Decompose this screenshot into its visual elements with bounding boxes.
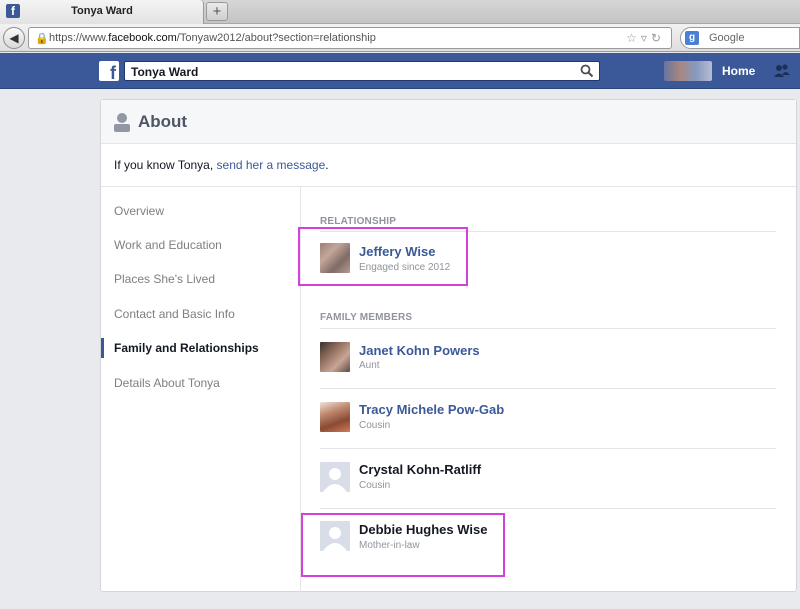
browser-nav-bar: ◀ 🔒 https://www.facebook.com/Tonyaw2012/…: [0, 24, 800, 52]
janet-kohn-powers-photo[interactable]: [320, 342, 350, 372]
family-heading: FAMILY MEMBERS: [320, 312, 413, 323]
lock-icon: 🔒: [35, 33, 49, 45]
home-link[interactable]: Home: [722, 64, 755, 78]
family-member-name[interactable]: Tracy Michele Pow-Gab: [359, 402, 504, 417]
tracy-michele-pow-gab-photo[interactable]: [320, 402, 350, 432]
back-arrow-icon: ◀: [9, 31, 19, 45]
back-button[interactable]: ◀: [3, 27, 25, 49]
highlight-box-mother-in-law: [301, 513, 505, 577]
page-title: About: [138, 112, 188, 131]
google-icon[interactable]: g: [685, 31, 699, 45]
default-avatar-icon[interactable]: [320, 462, 350, 492]
browser-tab-bar: f Tonya Ward +: [0, 0, 800, 24]
about-header: About: [101, 100, 796, 144]
search-engine-label: Google: [709, 32, 745, 44]
friends-icon[interactable]: [773, 62, 791, 80]
facebook-header: f Tonya Ward Home: [0, 53, 800, 89]
sidebar-item-overview[interactable]: Overview: [114, 204, 164, 218]
bookmark-star-icon[interactable]: ☆: [626, 31, 641, 45]
new-tab-button[interactable]: +: [206, 2, 228, 21]
facebook-search-input[interactable]: Tonya Ward: [124, 61, 600, 81]
url-actions[interactable]: ☆▿↻: [626, 31, 665, 45]
sidebar-item-details[interactable]: Details About Tonya: [114, 376, 220, 390]
sidebar-item-work-education[interactable]: Work and Education: [114, 238, 222, 252]
sidebar-item-places-lived[interactable]: Places She's Lived: [114, 272, 215, 286]
section-divider: [320, 328, 776, 329]
highlight-box-relationship: [298, 227, 468, 286]
row-divider: [320, 508, 776, 509]
sidebar-item-contact-info[interactable]: Contact and Basic Info: [114, 307, 235, 321]
family-member-name[interactable]: Janet Kohn Powers: [359, 343, 480, 358]
send-message-link[interactable]: send her a message: [217, 158, 326, 172]
profile-thumbnail[interactable]: [664, 61, 712, 81]
browser-tab[interactable]: f Tonya Ward: [0, 0, 204, 24]
intro-line: If you know Tonya, send her a message.: [114, 158, 329, 172]
family-member-name[interactable]: Crystal Kohn-Ratliff: [359, 462, 481, 477]
active-indicator: [101, 338, 104, 358]
divider: [101, 186, 796, 187]
row-divider: [320, 448, 776, 449]
dropdown-arrow-icon[interactable]: ▿: [641, 31, 651, 45]
url-bar[interactable]: 🔒 https://www.facebook.com/Tonyaw2012/ab…: [28, 27, 672, 49]
row-divider: [320, 388, 776, 389]
family-member-relation: Aunt: [359, 360, 380, 371]
sidebar-item-family-relationships[interactable]: Family and Relationships: [114, 341, 259, 355]
browser-search-box[interactable]: g Google: [680, 27, 800, 49]
family-member-relation: Cousin: [359, 480, 391, 491]
url-text: https://www.facebook.com/Tonyaw2012/abou…: [49, 32, 376, 44]
about-card: About If you know Tonya, send her a mess…: [100, 99, 797, 592]
search-icon[interactable]: [580, 64, 594, 78]
family-member-relation: Cousin: [359, 420, 391, 431]
reload-icon[interactable]: ↻: [651, 31, 665, 45]
relationship-heading: RELATIONSHIP: [320, 216, 397, 227]
tab-title: Tonya Ward: [71, 5, 133, 17]
person-icon: [114, 113, 130, 132]
search-value: Tonya Ward: [131, 65, 199, 79]
facebook-logo-icon[interactable]: f: [99, 61, 119, 83]
